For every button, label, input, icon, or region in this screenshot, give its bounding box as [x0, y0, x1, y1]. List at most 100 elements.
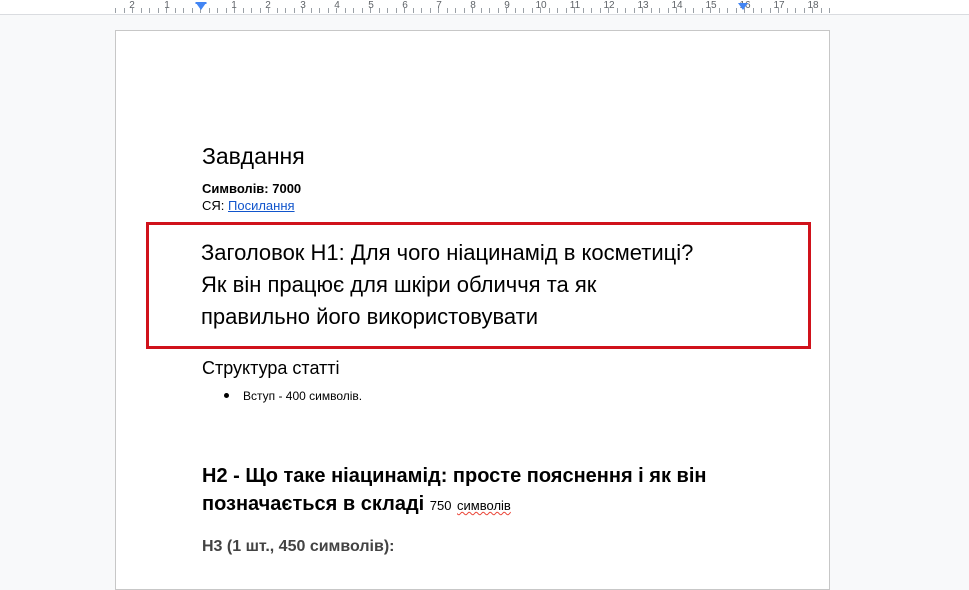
ruler-tick	[625, 8, 626, 13]
ruler-tick	[591, 8, 592, 13]
ruler-number: 17	[773, 0, 785, 11]
ruler-number: 10	[535, 0, 547, 11]
sya-line: СЯ: Посилання	[202, 198, 295, 214]
ruler-tick	[192, 8, 193, 13]
ruler-tick	[183, 8, 184, 13]
ruler-tick	[319, 8, 320, 13]
ruler-tick	[141, 8, 142, 13]
ruler-tick	[336, 8, 337, 13]
h1-line-2: Як він працює для шкіри обличчя та як	[201, 272, 597, 297]
ruler-tick	[447, 8, 448, 13]
ruler-tick	[464, 8, 465, 13]
ruler-tick	[515, 8, 516, 13]
ruler-tick	[608, 8, 609, 13]
ruler-tick	[574, 8, 575, 13]
ruler-tick	[506, 8, 507, 13]
ruler-number: 18	[807, 0, 819, 11]
ruler-tick	[651, 8, 652, 13]
ruler-tick	[251, 8, 252, 13]
ruler-tick	[413, 8, 414, 13]
ruler-tick	[302, 8, 303, 13]
list-item: Вступ - 400 символів.	[224, 389, 362, 404]
ruler-tick	[158, 8, 159, 13]
ruler-tick	[557, 8, 558, 13]
ruler-tick	[175, 8, 176, 13]
doc-title: Завдання	[202, 143, 305, 169]
ruler-tick	[778, 8, 779, 13]
bullet-intro-text: Вступ - 400 символів.	[243, 389, 363, 403]
ruler-tick	[370, 8, 371, 13]
ruler-number: 13	[637, 0, 649, 11]
ruler-number: 15	[705, 0, 717, 11]
ruler-tick	[404, 8, 405, 13]
ruler-tick	[532, 8, 533, 13]
ruler-tick	[345, 8, 346, 13]
ruler-tick	[642, 8, 643, 13]
ruler-tick	[243, 8, 244, 13]
ruler-tick	[387, 8, 388, 13]
ruler-tick	[166, 8, 167, 13]
h2-count: 750	[429, 498, 452, 513]
ruler-tick	[379, 8, 380, 13]
ruler-tick	[753, 8, 754, 13]
ruler-tick	[634, 8, 635, 13]
h1-line-3: правильно його використовувати	[201, 304, 539, 329]
ruler-tick	[124, 8, 125, 13]
structure-heading: Структура статті	[202, 358, 340, 378]
h2-heading: H2 - Що таке ніацинамід: просте поясненн…	[202, 462, 762, 520]
h3-heading: Н3 (1 шт., 450 символів):	[202, 538, 395, 555]
ruler-tick	[489, 8, 490, 13]
ruler-tick	[285, 8, 286, 13]
ruler-tick	[676, 8, 677, 13]
ruler-tick	[353, 8, 354, 13]
ruler-tick	[566, 8, 567, 13]
ruler-tick	[600, 8, 601, 13]
ruler-tick	[668, 8, 669, 13]
ruler-tick	[770, 8, 771, 13]
ruler-tick	[523, 8, 524, 13]
ruler-tick	[659, 8, 660, 13]
sya-link[interactable]: Посилання	[228, 198, 295, 213]
ruler-tick	[438, 8, 439, 13]
ruler-tick	[362, 8, 363, 13]
ruler-tick	[761, 8, 762, 13]
ruler-number: 14	[671, 0, 683, 11]
ruler-tick	[115, 8, 116, 13]
ruler-tick	[132, 8, 133, 13]
ruler-tick	[702, 8, 703, 13]
ruler-tick	[693, 8, 694, 13]
h1-heading: Заголовок Н1: Для чого ніацинамід в косм…	[201, 237, 781, 333]
ruler-tick	[549, 8, 550, 13]
ruler-tick	[540, 8, 541, 13]
ruler-tick	[719, 8, 720, 13]
h2-text: H2 - Що таке ніацинамід: просте поясненн…	[202, 465, 707, 515]
ruler-tick	[812, 8, 813, 13]
ruler-tick	[149, 8, 150, 13]
ruler-tick	[583, 8, 584, 13]
ruler-tick	[268, 8, 269, 13]
ruler-tick	[294, 8, 295, 13]
ruler-tick	[277, 8, 278, 13]
ruler-tick	[260, 8, 261, 13]
horizontal-ruler[interactable]: 2 1 1 2 3 4 5 6 7 8 9 10 11 12 13 14 15 16 17 18	[0, 0, 969, 15]
right-indent-marker[interactable]	[738, 3, 748, 10]
left-indent-marker[interactable]	[196, 3, 206, 10]
ruler-tick	[685, 8, 686, 13]
h2-count-word: символів	[457, 498, 511, 513]
bullet-icon	[224, 393, 229, 399]
ruler-tick	[430, 8, 431, 13]
ruler-tick	[498, 8, 499, 13]
ruler-tick	[710, 8, 711, 13]
ruler-tick	[209, 8, 210, 13]
ruler-number: 12	[603, 0, 615, 11]
ruler-tick	[736, 8, 737, 13]
ruler-tick	[311, 8, 312, 13]
ruler-tick	[727, 8, 728, 13]
ruler-tick	[234, 8, 235, 13]
ruler-tick	[829, 8, 830, 13]
ruler-tick	[481, 8, 482, 13]
ruler-tick	[226, 8, 227, 13]
ruler-tick	[804, 8, 805, 13]
sya-prefix: СЯ:	[202, 198, 228, 213]
ruler-tick	[421, 8, 422, 13]
